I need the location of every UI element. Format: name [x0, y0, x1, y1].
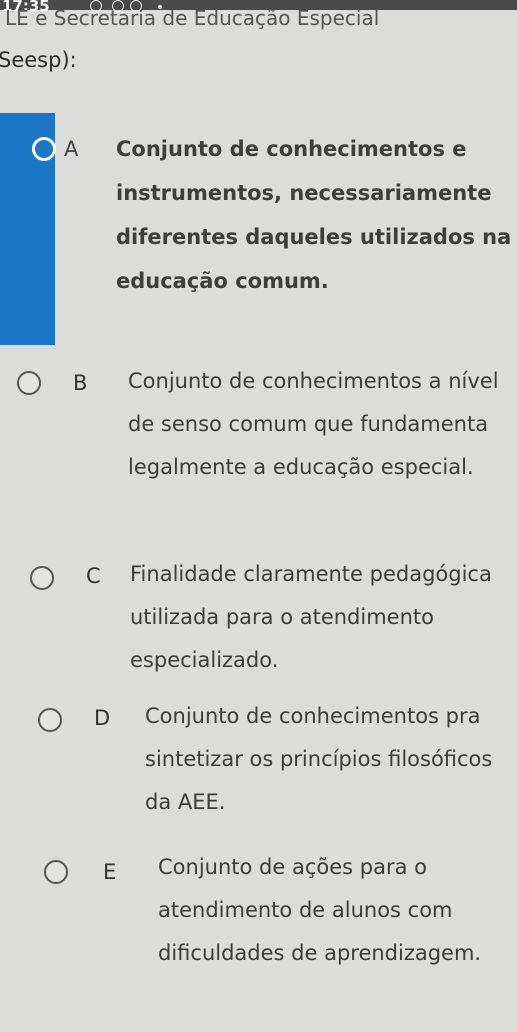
option-text-line: legalmente a educação especial.	[128, 455, 474, 479]
option-text: Conjunto de ações para o atendimento de …	[158, 846, 481, 975]
radio-icon[interactable]	[30, 566, 54, 590]
radio-icon[interactable]	[17, 371, 41, 395]
option-text-line: atendimento de alunos com	[158, 898, 453, 922]
option-text-line: especializado.	[130, 648, 279, 672]
option-a[interactable]: A Conjunto de conhecimentos e instrument…	[0, 113, 517, 345]
option-letter: D	[94, 706, 111, 730]
option-text-line: diferentes daqueles utilizados na	[116, 225, 512, 249]
option-b[interactable]: B Conjunto de conhecimentos a nível de s…	[0, 355, 517, 505]
option-text: Conjunto de conhecimentos a nível de sen…	[128, 360, 499, 489]
question-prompt-end: Seesp):	[0, 48, 77, 72]
option-text: Conjunto de conhecimentos e instrumentos…	[116, 127, 511, 303]
option-text-line: educação comum.	[116, 269, 329, 293]
option-d[interactable]: D Conjunto de conhecimentos pra sintetiz…	[0, 690, 517, 814]
option-text: Conjunto de conhecimentos pra sintetizar…	[145, 695, 492, 824]
option-text-line: Finalidade claramente pedagógica	[130, 562, 492, 586]
option-text-line: dificuldades de aprendizagem.	[158, 941, 482, 965]
question-prompt-tail: LE e Secretaria de Educação Especial	[5, 6, 380, 30]
option-letter: A	[64, 137, 79, 161]
option-text-line: da AEE.	[145, 790, 226, 814]
option-e[interactable]: E Conjunto de ações para o atendimento d…	[0, 848, 517, 968]
option-text: Finalidade claramente pedagógica utiliza…	[130, 553, 492, 682]
radio-icon[interactable]	[44, 860, 68, 884]
option-text-line: Conjunto de ações para o	[158, 855, 427, 879]
option-text-line: de senso comum que fundamenta	[128, 412, 489, 436]
radio-selected-icon[interactable]	[32, 137, 56, 161]
option-text-line: instrumentos, necessariamente	[116, 181, 492, 205]
option-letter: B	[73, 371, 88, 395]
option-text-line: utilizada para o atendimento	[130, 605, 434, 629]
option-text-line: Conjunto de conhecimentos e	[116, 137, 467, 161]
option-letter: C	[86, 564, 101, 588]
option-c[interactable]: C Finalidade claramente pedagógica utili…	[0, 550, 517, 672]
option-text-line: Conjunto de conhecimentos a nível	[128, 369, 499, 393]
option-letter: E	[103, 860, 117, 884]
radio-icon[interactable]	[38, 708, 62, 732]
option-text-line: Conjunto de conhecimentos pra	[145, 704, 481, 728]
option-text-line: sintetizar os princípios filosóficos	[145, 747, 493, 771]
